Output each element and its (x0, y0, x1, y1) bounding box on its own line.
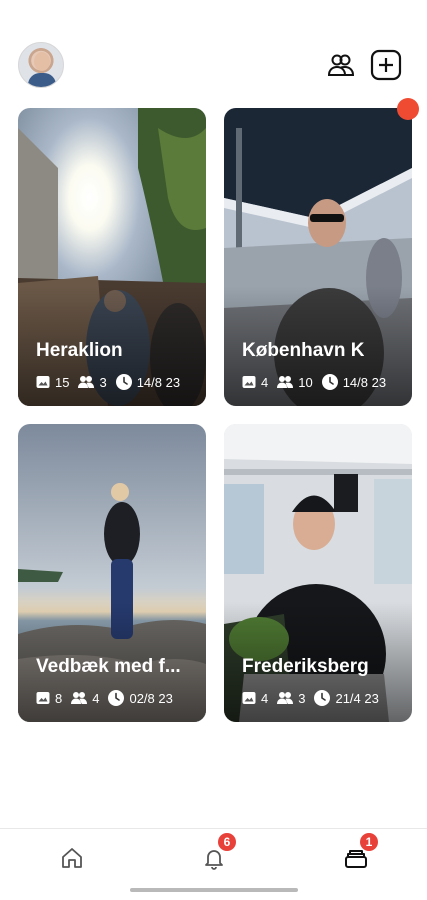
album-title: Vedbæk med f... (36, 656, 181, 677)
people-count: 3 (277, 691, 305, 706)
photo-count-value: 8 (55, 690, 63, 706)
album-date-value: 02/8 23 (129, 690, 173, 706)
album-stats: 4 3 21/4 23 (242, 690, 388, 706)
clock-icon (108, 690, 125, 706)
album-title: Frederiksberg (242, 656, 369, 677)
photo-count: 15 (36, 375, 69, 390)
people-icon (277, 376, 294, 388)
album-date: 14/8 23 (115, 374, 181, 390)
clock-icon (314, 690, 331, 706)
photo-count: 4 (242, 691, 268, 706)
album-stats: 15 3 14/8 23 (36, 374, 189, 390)
unread-dot (397, 98, 419, 120)
album-date: 02/8 23 (108, 690, 173, 706)
tab-home[interactable] (58, 845, 86, 871)
photo-count-value: 15 (55, 374, 70, 390)
tab-albums[interactable]: 1 (342, 833, 378, 871)
album-card[interactable]: Vedbæk med f... 8 4 02/8 23 (18, 424, 206, 722)
add-album-button[interactable] (369, 48, 403, 82)
album-date: 21/4 23 (314, 690, 379, 706)
clock-icon (115, 374, 132, 390)
album-card[interactable]: Frederiksberg 4 3 21/4 23 (224, 424, 412, 722)
clock-icon (321, 374, 338, 390)
people-icon (71, 692, 88, 704)
photo-count: 4 (242, 375, 268, 390)
profile-avatar[interactable] (18, 42, 64, 88)
avatar-shirt (28, 73, 56, 87)
albums-badge: 1 (360, 833, 378, 851)
photo-count-value: 4 (261, 374, 269, 390)
home-indicator[interactable] (130, 888, 298, 892)
image-icon (36, 692, 50, 704)
home-icon (62, 848, 82, 868)
notifications-badge: 6 (218, 833, 236, 851)
album-date-value: 14/8 23 (342, 374, 387, 390)
top-bar (0, 42, 427, 90)
album-date-value: 14/8 23 (136, 374, 181, 390)
album-title: København K (242, 340, 365, 361)
album-title: Heraklion (36, 340, 123, 361)
avatar-head (34, 52, 50, 71)
tab-notifications[interactable]: 6 (200, 833, 236, 871)
people-count-value: 4 (92, 690, 100, 706)
people-icon (78, 376, 95, 388)
photo-count-value: 4 (261, 690, 269, 706)
image-icon (242, 692, 256, 704)
bottom-tab-bar: 6 1 (0, 828, 427, 882)
album-date-value: 21/4 23 (335, 690, 379, 706)
people-icon (327, 54, 355, 76)
album-card[interactable]: København K 4 10 14/8 23 (224, 108, 412, 406)
people-count: 3 (78, 374, 107, 390)
photo-count: 8 (36, 691, 62, 706)
people-count: 10 (277, 374, 313, 390)
people-count: 4 (71, 691, 99, 706)
people-count-value: 3 (298, 690, 306, 706)
people-count-value: 3 (99, 374, 107, 390)
album-stats: 8 4 02/8 23 (36, 690, 182, 706)
people-count-value: 10 (298, 374, 313, 390)
album-date: 14/8 23 (321, 374, 387, 390)
image-icon (36, 376, 50, 388)
plus-square-icon (370, 49, 402, 81)
image-icon (242, 376, 256, 388)
people-icon (277, 692, 294, 704)
friends-button[interactable] (324, 48, 358, 82)
album-card[interactable]: Heraklion 15 3 14/8 23 (18, 108, 206, 406)
album-stats: 4 10 14/8 23 (242, 374, 395, 390)
